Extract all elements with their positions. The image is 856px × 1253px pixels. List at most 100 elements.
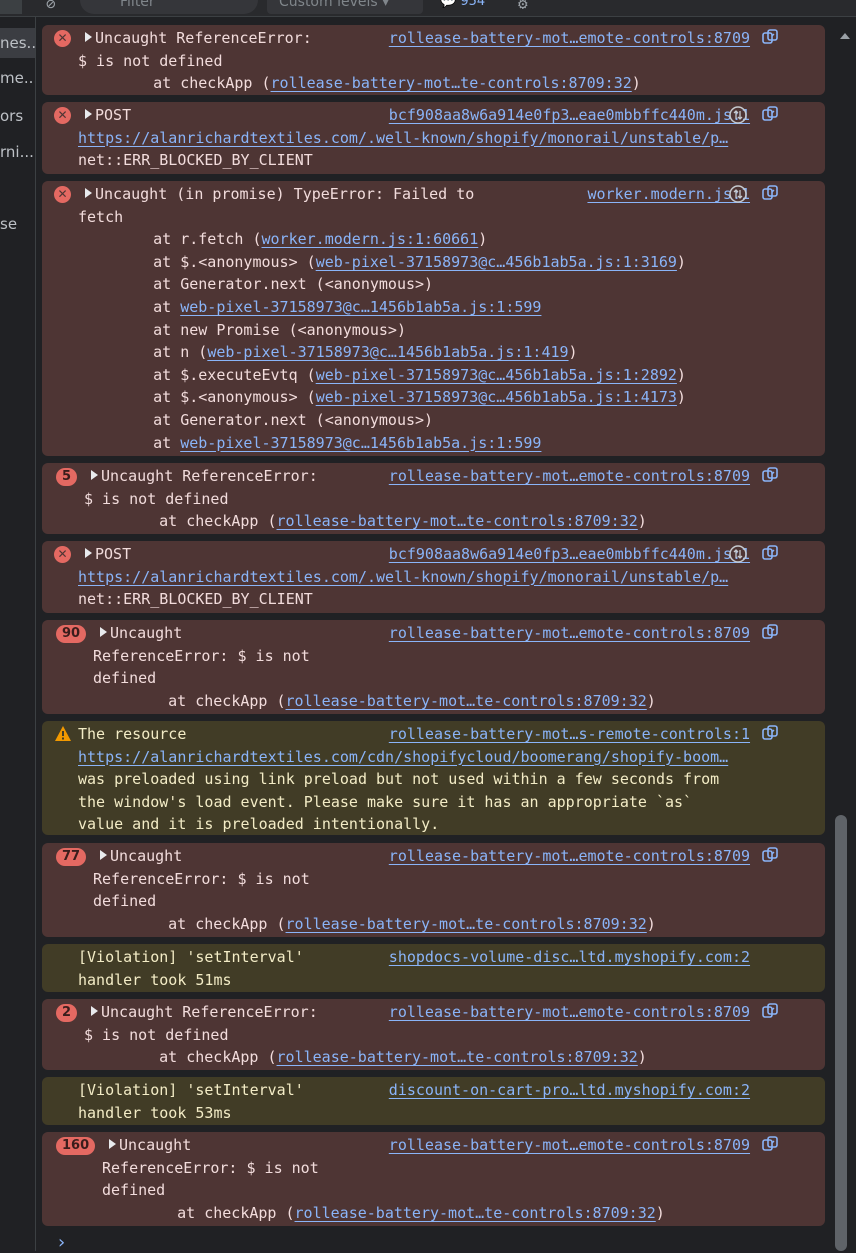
expand-triangle-icon[interactable] [91,470,98,480]
console-prompt-icon[interactable]: › [56,1232,67,1253]
console-error-message[interactable]: ✕ Uncaught ReferenceError: rollease-batter… [42,25,825,95]
stack-frame-link[interactable]: rollease-battery-mot…te-controls:8709:32 [295,1204,656,1222]
stack-frame-link[interactable]: https://alanrichardtextiles.com/cdn/shop… [78,748,728,766]
message-text-span: fetch [78,207,124,226]
source-location-link[interactable]: rollease-battery-mot…emote-controls:8709 [389,1001,750,1023]
stack-frame-link[interactable]: rollease-battery-mot…te-controls:8709:32 [286,692,647,710]
stack-frame-text: at Generator.next (<anonymous>) [117,411,434,429]
console-warning-message[interactable]: The resource rollease-battery-mot…s-remot… [42,721,825,835]
issues-count: 954 [460,0,486,9]
understand-message-ai-icon[interactable] [760,28,780,48]
console-error-message[interactable]: ✕ Uncaught (in promise) TypeError: Failed… [42,181,825,456]
source-location-link[interactable]: rollease-battery-mot…emote-controls:8709 [389,27,750,49]
understand-message-ai-icon[interactable] [760,623,780,643]
console-error-message[interactable]: 5 Uncaught ReferenceError: rollease-batter… [42,463,825,534]
source-location-link[interactable]: bcf908aa8w6a914e0fp3…eae0mbbffc440m.js:1 [389,543,750,565]
clear-console-icon[interactable]: ⊘ [46,0,56,13]
message-text-span: ReferenceError: $ is not [93,869,310,888]
network-request-icon[interactable] [728,184,748,204]
message-line: net::ERR_BLOCKED_BY_CLIENT [78,588,313,610]
sidebar-item-user-messages[interactable]: me... [0,69,35,87]
console-error-message[interactable]: 2 Uncaught ReferenceError: rollease-batter… [42,999,825,1070]
expand-triangle-icon[interactable] [85,548,92,558]
understand-message-ai-icon[interactable] [760,105,780,125]
stack-frame-text: ) [676,388,686,407]
expand-triangle-icon[interactable] [85,188,92,198]
source-location-link[interactable]: rollease-battery-mot…emote-controls:8709 [389,1134,750,1156]
sidebar-item-errors[interactable]: ors [0,107,35,125]
scroll-up-arrow-icon[interactable] [836,27,856,47]
source-location-link[interactable]: shopdocs-volume-disc…ltd.myshopify.com:2 [389,946,750,968]
message-text-span: net::ERR_BLOCKED_BY_CLIENT [78,151,313,170]
sidebar-item-verbose[interactable]: se [0,215,35,233]
message-line: https://alanrichardtextiles.com/.well-kn… [78,566,728,588]
sidebar-item-info[interactable] [0,181,35,201]
expand-triangle-icon[interactable] [100,627,107,637]
network-request-icon[interactable] [728,105,748,125]
message-line: at checkApp (rollease-battery-mot…te-con… [117,72,641,94]
console-error-message[interactable]: 160 Uncaught rollease-battery-mot…emote-co… [42,1132,825,1226]
stack-frame-text: ) [676,252,686,271]
stack-frame-link[interactable]: web-pixel-37158973@c…1456b1ab5a.js:1:419 [207,343,568,361]
console-error-message[interactable]: ✕ POST bcf908aa8w6a914e0fp3…eae0mbbffc440m… [42,102,825,174]
stack-frame-link[interactable]: https://alanrichardtextiles.com/.well-kn… [78,568,728,586]
understand-message-ai-icon[interactable] [760,466,780,486]
expand-triangle-icon[interactable] [109,1139,116,1149]
stack-frame-link[interactable]: web-pixel-37158973@c…1456b1ab5a.js:1:599 [180,298,541,316]
stack-frame-link[interactable]: rollease-battery-mot…te-controls:8709:32 [271,74,632,92]
message-line: $ is not defined [84,1024,229,1046]
message-text-span: [Violation] 'setInterval' [78,948,304,966]
understand-message-ai-icon[interactable] [760,1002,780,1022]
stack-frame-link[interactable]: web-pixel-37158973@c…456b1ab5a.js:1:2892 [316,366,677,384]
source-location-link[interactable]: rollease-battery-mot…emote-controls:8709 [389,465,750,487]
understand-message-ai-icon[interactable] [760,544,780,564]
source-location-link[interactable]: bcf908aa8w6a914e0fp3…eae0mbbffc440m.js:1 [389,104,750,126]
expand-triangle-icon[interactable] [85,32,92,42]
stack-frame-link[interactable]: https://alanrichardtextiles.com/.well-kn… [78,129,728,147]
understand-message-ai-icon[interactable] [760,184,780,204]
sidebar-item-warnings[interactable]: rni... [0,143,35,161]
stack-frame-link[interactable]: worker.modern.js:1:60661 [262,230,479,248]
message-line: at web-pixel-37158973@c…1456b1ab5a.js:1:… [117,296,541,318]
expand-triangle-icon[interactable] [100,850,107,860]
filter-input[interactable]: Filter [80,0,258,14]
message-text-span: Uncaught (in promise) TypeError: Failed … [95,185,475,203]
console-error-message[interactable]: ✕ POST bcf908aa8w6a914e0fp3…eae0mbbffc440m… [42,541,825,613]
stack-frame-link[interactable]: web-pixel-37158973@c…456b1ab5a.js:1:3169 [316,253,677,271]
log-levels-dropdown[interactable]: Custom levels ▾ [267,0,423,14]
console-violation-message[interactable]: [Violation] 'setInterval' shopdocs-volume… [42,944,825,992]
error-icon: ✕ [54,30,71,47]
issues-counter[interactable]: 💬 954 [440,0,485,9]
message-line: value and it is preloaded intentionally. [78,813,439,835]
source-location-link[interactable]: rollease-battery-mot…emote-controls:8709 [389,845,750,867]
source-location-link[interactable]: rollease-battery-mot…emote-controls:8709 [389,622,750,644]
stack-frame-link[interactable]: web-pixel-37158973@c…456b1ab5a.js:1:4173 [316,388,677,406]
scrollbar-thumb[interactable] [835,815,847,1251]
message-line: at $.<anonymous> (web-pixel-37158973@c…4… [117,251,686,273]
expand-triangle-icon[interactable] [85,109,92,119]
source-location-link[interactable]: worker.modern.js:1 [587,183,750,205]
sidebar-toggle-button[interactable] [0,0,22,14]
stack-frame-link[interactable]: rollease-battery-mot…te-controls:8709:32 [286,915,647,933]
stack-frame-link[interactable]: rollease-battery-mot…te-controls:8709:32 [277,1048,638,1066]
understand-message-ai-icon[interactable] [760,724,780,744]
settings-gear-icon[interactable]: ⚙ [518,0,528,13]
console-error-message[interactable]: 77 Uncaught rollease-battery-mot…emote-con… [42,843,825,937]
source-location-link[interactable]: discount-on-cart-pro…ltd.myshopify.com:2 [389,1079,750,1101]
stack-frame-link[interactable]: rollease-battery-mot…te-controls:8709:32 [277,512,638,530]
message-text-span: handler took 51ms [78,970,232,989]
console-error-message[interactable]: 90 Uncaught rollease-battery-mot…emote-con… [42,620,825,714]
message-text: Uncaught (in promise) TypeError: Failed … [85,183,474,205]
stack-frame-text: at checkApp ( [123,512,277,531]
understand-message-ai-icon[interactable] [760,1135,780,1155]
expand-triangle-icon[interactable] [91,1006,98,1016]
source-location-link[interactable]: rollease-battery-mot…s-remote-controls:1 [389,723,750,745]
network-request-icon[interactable] [728,544,748,564]
stack-frame-link[interactable]: web-pixel-37158973@c…1456b1ab5a.js:1:599 [180,434,541,452]
console-violation-message[interactable]: [Violation] 'setInterval' discount-on-car… [42,1077,825,1125]
message-line: defined [102,1179,165,1201]
sidebar-item-messages[interactable]: nes... [0,28,35,58]
sidebar-item-label: me... [0,69,35,87]
message-text: Uncaught [100,622,182,644]
understand-message-ai-icon[interactable] [760,846,780,866]
